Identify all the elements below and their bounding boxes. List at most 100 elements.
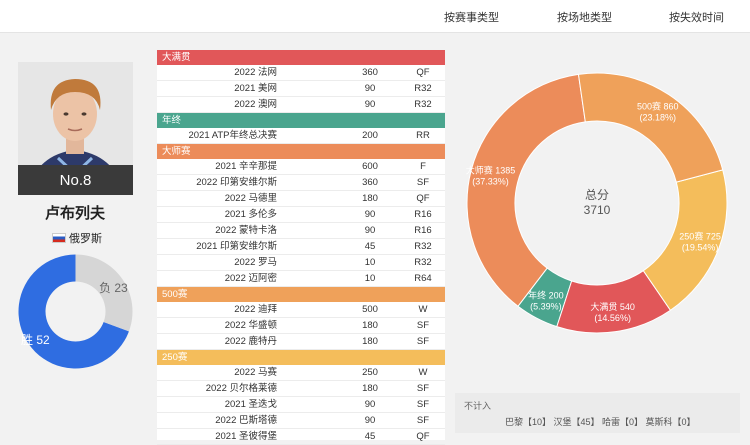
slice-大师赛[interactable] xyxy=(466,73,586,307)
total-label: 总分 xyxy=(585,188,609,202)
slice-pct: (37.33%) xyxy=(472,176,509,186)
points-donut: 总分 3710 500赛 860 (23.18%) 250赛 725 (19.54%)… xyxy=(462,68,732,343)
table-row[interactable]: 2021 印第安维尔斯 45 R32 xyxy=(157,239,445,255)
event-round: SF xyxy=(416,399,430,410)
event-points: 250 xyxy=(362,367,378,378)
slice-label: 250赛 725 xyxy=(679,230,721,241)
event-round: SF xyxy=(416,383,430,394)
event-round: R64 xyxy=(414,273,432,284)
country-name: 俄罗斯 xyxy=(69,233,102,245)
slice-pct: (19.54%) xyxy=(682,242,719,252)
player-name: 卢布列夫 xyxy=(44,205,105,222)
event-name: 2022 鹿特丹 xyxy=(224,336,277,347)
table-row[interactable]: 2022 贝尔格莱德 180 SF xyxy=(157,381,445,397)
event-name: 2022 法网 xyxy=(234,67,277,78)
section-header: 年终 xyxy=(157,113,445,128)
event-round: SF xyxy=(416,320,430,331)
table-row[interactable]: 2022 马赛 250 W xyxy=(157,365,445,381)
event-points: 360 xyxy=(362,177,378,188)
slice-label: 大满贯 540 xyxy=(590,301,635,312)
event-points: 180 xyxy=(362,336,378,347)
table-row[interactable]: 2022 迪拜 500 W xyxy=(157,302,445,318)
event-name: 2022 巴斯塔德 xyxy=(215,415,277,426)
table-row[interactable]: 2021 辛辛那提 600 F xyxy=(157,159,445,175)
tab-by-surface[interactable]: 按场地类型 xyxy=(557,9,612,25)
total-value: 3710 xyxy=(584,203,611,217)
event-round: SF xyxy=(416,336,430,347)
wins-label: 胜 52 xyxy=(21,332,50,347)
event-round: QF xyxy=(416,67,430,78)
player-panel: No.8 卢布列夫 俄罗斯 负 23 胜 52 xyxy=(0,32,150,440)
table-row[interactable]: 2021 美网 90 R32 xyxy=(157,81,445,97)
slice-500赛[interactable] xyxy=(577,72,724,183)
event-name: 2022 蒙特卡洛 xyxy=(215,225,277,236)
russia-flag-icon xyxy=(52,233,66,243)
table-row[interactable]: 2022 马德里 180 QF xyxy=(157,191,445,207)
tab-by-expiry[interactable]: 按失效时间 xyxy=(669,9,724,25)
table-row[interactable]: 2022 罗马 10 R32 xyxy=(157,255,445,271)
event-name: 2021 ATP年终总决赛 xyxy=(188,130,277,141)
event-round: R16 xyxy=(414,225,432,236)
section-header: 500赛 xyxy=(157,287,445,302)
event-round: RR xyxy=(416,130,430,141)
event-name: 2022 印第安维尔斯 xyxy=(196,177,277,188)
event-name: 2021 美网 xyxy=(234,83,277,94)
event-name: 2022 澳网 xyxy=(234,99,277,110)
slice-pct: (23.18%) xyxy=(639,112,676,122)
event-points: 45 xyxy=(364,241,376,252)
event-points: 90 xyxy=(364,415,376,426)
event-points: 90 xyxy=(364,399,376,410)
points-table: 大满贯 2022 法网 360 QF 2021 美网 90 R32 2022 澳网 90 R32 年… xyxy=(157,50,445,445)
table-row[interactable]: 2021 圣迭戈 90 SF xyxy=(157,397,445,413)
not-counted-box: 不计入 巴黎【10】 汉堡【45】 哈雷【0】 莫斯科【0】 xyxy=(455,393,740,433)
event-points: 45 xyxy=(364,431,376,442)
event-name: 2022 罗马 xyxy=(234,257,277,268)
event-round: F xyxy=(420,161,426,172)
event-round: QF xyxy=(416,193,430,204)
event-name: 2022 华盛顿 xyxy=(224,320,277,331)
event-round: R32 xyxy=(414,99,432,110)
event-round: SF xyxy=(416,177,430,188)
event-name: 2022 迪拜 xyxy=(234,304,277,315)
filter-bar: 按赛事类型 按场地类型 按失效时间 xyxy=(0,0,750,33)
event-points: 180 xyxy=(362,383,378,394)
slice-pct: (5.39%) xyxy=(530,301,562,311)
table-row[interactable]: 2022 迈阿密 10 R64 xyxy=(157,271,445,287)
event-points: 90 xyxy=(364,209,376,220)
event-round: QF xyxy=(416,431,430,442)
table-row[interactable]: 2021 多伦多 90 R16 xyxy=(157,207,445,223)
table-row[interactable]: 2022 华盛顿 180 SF xyxy=(157,318,445,334)
tab-by-event-type[interactable]: 按赛事类型 xyxy=(444,9,499,25)
event-round: W xyxy=(418,304,428,315)
table-row[interactable]: 2021 ATP年终总决赛 200 RR xyxy=(157,128,445,144)
section-header: 250赛 xyxy=(157,350,445,365)
event-name: 2021 圣彼得堡 xyxy=(215,431,277,442)
event-points: 500 xyxy=(362,304,378,315)
table-row[interactable]: 2022 印第安维尔斯 360 SF xyxy=(157,175,445,191)
event-round: SF xyxy=(416,415,430,426)
table-row[interactable]: 2022 鹿特丹 180 SF xyxy=(157,334,445,350)
event-points: 180 xyxy=(362,320,378,331)
rank-badge: No.8 xyxy=(18,165,133,195)
event-round: R32 xyxy=(414,257,432,268)
event-name: 2021 辛辛那提 xyxy=(215,161,277,172)
event-points: 90 xyxy=(364,99,376,110)
table-row[interactable]: 2022 蒙特卡洛 90 R16 xyxy=(157,223,445,239)
points-donut-svg: 总分 3710 500赛 860(23.18%) 250赛 725(19.54%)… xyxy=(466,72,728,334)
event-points: 360 xyxy=(362,67,378,78)
event-points: 200 xyxy=(362,130,378,141)
event-round: W xyxy=(418,367,428,378)
table-row[interactable]: 2021 圣彼得堡 45 QF xyxy=(157,429,445,445)
table-row[interactable]: 2022 巴斯塔德 90 SF xyxy=(157,413,445,429)
not-counted-title: 不计入 xyxy=(464,401,492,411)
event-name: 2022 迈阿密 xyxy=(224,273,277,284)
event-name: 2021 印第安维尔斯 xyxy=(196,241,277,252)
slice-label: 年终 200 xyxy=(528,289,564,300)
table-row[interactable]: 2022 澳网 90 R32 xyxy=(157,97,445,113)
win-loss-donut: 负 23 胜 52 xyxy=(18,254,133,369)
event-name: 2021 圣迭戈 xyxy=(224,399,277,410)
not-counted-list: 巴黎【10】 汉堡【45】 哈雷【0】 莫斯科【0】 xyxy=(505,417,696,427)
losses-label: 负 23 xyxy=(99,281,128,295)
event-points: 90 xyxy=(364,83,376,94)
table-row[interactable]: 2022 法网 360 QF xyxy=(157,65,445,81)
